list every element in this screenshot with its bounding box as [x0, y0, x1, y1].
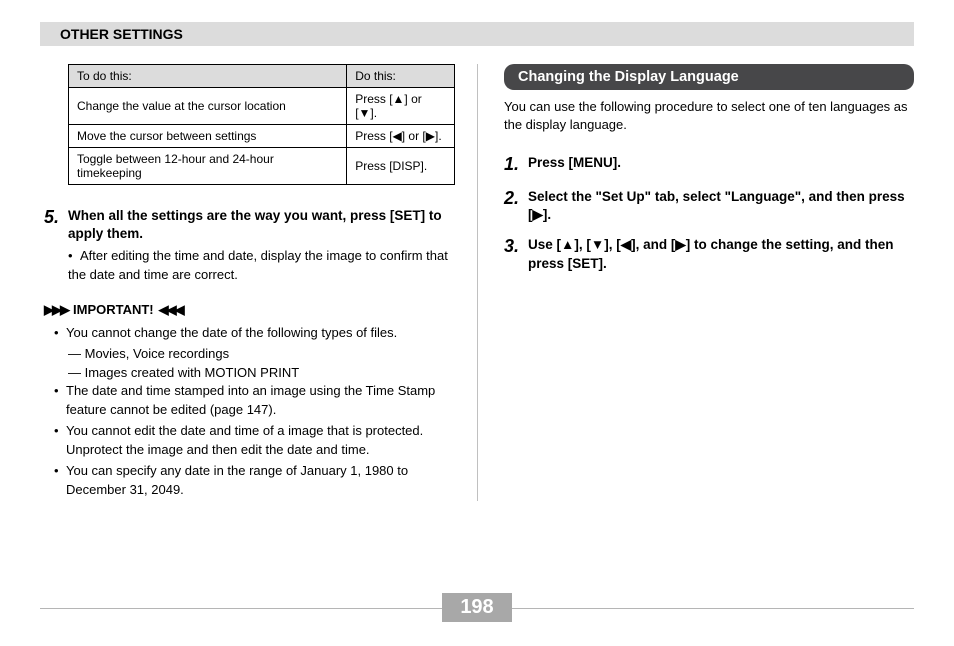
page-footer: 198: [0, 593, 954, 622]
step-number: 3.: [504, 236, 528, 272]
step-3: 3. Use [▲], [▼], [◀], and [▶] to change …: [504, 236, 914, 272]
step-subtext: •After editing the time and date, displa…: [68, 247, 455, 283]
table-cell: Toggle between 12-hour and 24-hour timek…: [69, 148, 347, 185]
note-item: •The date and time stamped into an image…: [54, 382, 455, 420]
note-sub-item: — Images created with MOTION PRINT: [54, 364, 455, 383]
step-text: When all the settings are the way you wa…: [68, 207, 455, 243]
table-cell: Press [DISP].: [347, 148, 455, 185]
actions-table: To do this: Do this: Change the value at…: [68, 64, 455, 185]
table-row: Move the cursor between settings Press […: [69, 125, 455, 148]
important-decor-right-icon: ◀◀◀: [159, 302, 183, 318]
table-header-row: To do this: Do this:: [69, 65, 455, 88]
note-text: You cannot change the date of the follow…: [66, 324, 397, 343]
table-cell: Change the value at the cursor location: [69, 88, 347, 125]
note-sub-item: — Movies, Voice recordings: [54, 345, 455, 364]
important-notes: •You cannot change the date of the follo…: [44, 324, 455, 500]
step-text: Use [▲], [▼], [◀], and [▶] to change the…: [528, 236, 914, 272]
section-header: OTHER SETTINGS: [40, 22, 914, 46]
step-sub-content: After editing the time and date, display…: [68, 248, 448, 281]
table-cell: Press [▲] or [▼].: [347, 88, 455, 125]
step-text: Press [MENU].: [528, 154, 621, 176]
step-number: 5.: [44, 207, 68, 284]
note-item: •You can specify any date in the range o…: [54, 462, 455, 500]
table-head-left: To do this:: [69, 65, 347, 88]
table-row: Toggle between 12-hour and 24-hour timek…: [69, 148, 455, 185]
table-cell: Move the cursor between settings: [69, 125, 347, 148]
important-label: IMPORTANT!: [73, 302, 154, 317]
right-column: Changing the Display Language You can us…: [477, 64, 914, 501]
step-5: 5. When all the settings are the way you…: [44, 207, 455, 284]
step-number: 1.: [504, 154, 528, 176]
step-number: 2.: [504, 188, 528, 224]
note-text: You cannot edit the date and time of a i…: [66, 422, 455, 460]
section-intro: You can use the following procedure to s…: [504, 98, 914, 134]
content-columns: To do this: Do this: Change the value at…: [40, 64, 914, 501]
table-cell: Press [◀] or [▶].: [347, 125, 455, 148]
page-number: 198: [442, 593, 511, 622]
table-row: Change the value at the cursor location …: [69, 88, 455, 125]
note-text: The date and time stamped into an image …: [66, 382, 455, 420]
step-2: 2. Select the "Set Up" tab, select "Lang…: [504, 188, 914, 224]
important-decor-left-icon: ▶▶▶: [44, 302, 68, 318]
section-title-pill: Changing the Display Language: [504, 64, 914, 90]
table-head-right: Do this:: [347, 65, 455, 88]
note-item: •You cannot change the date of the follo…: [54, 324, 455, 343]
step-1: 1. Press [MENU].: [504, 154, 914, 176]
important-heading: ▶▶▶ IMPORTANT! ◀◀◀: [44, 302, 455, 318]
note-text: You can specify any date in the range of…: [66, 462, 455, 500]
left-column: To do this: Do this: Change the value at…: [40, 64, 477, 501]
step-text: Select the "Set Up" tab, select "Languag…: [528, 188, 914, 224]
note-item: •You cannot edit the date and time of a …: [54, 422, 455, 460]
